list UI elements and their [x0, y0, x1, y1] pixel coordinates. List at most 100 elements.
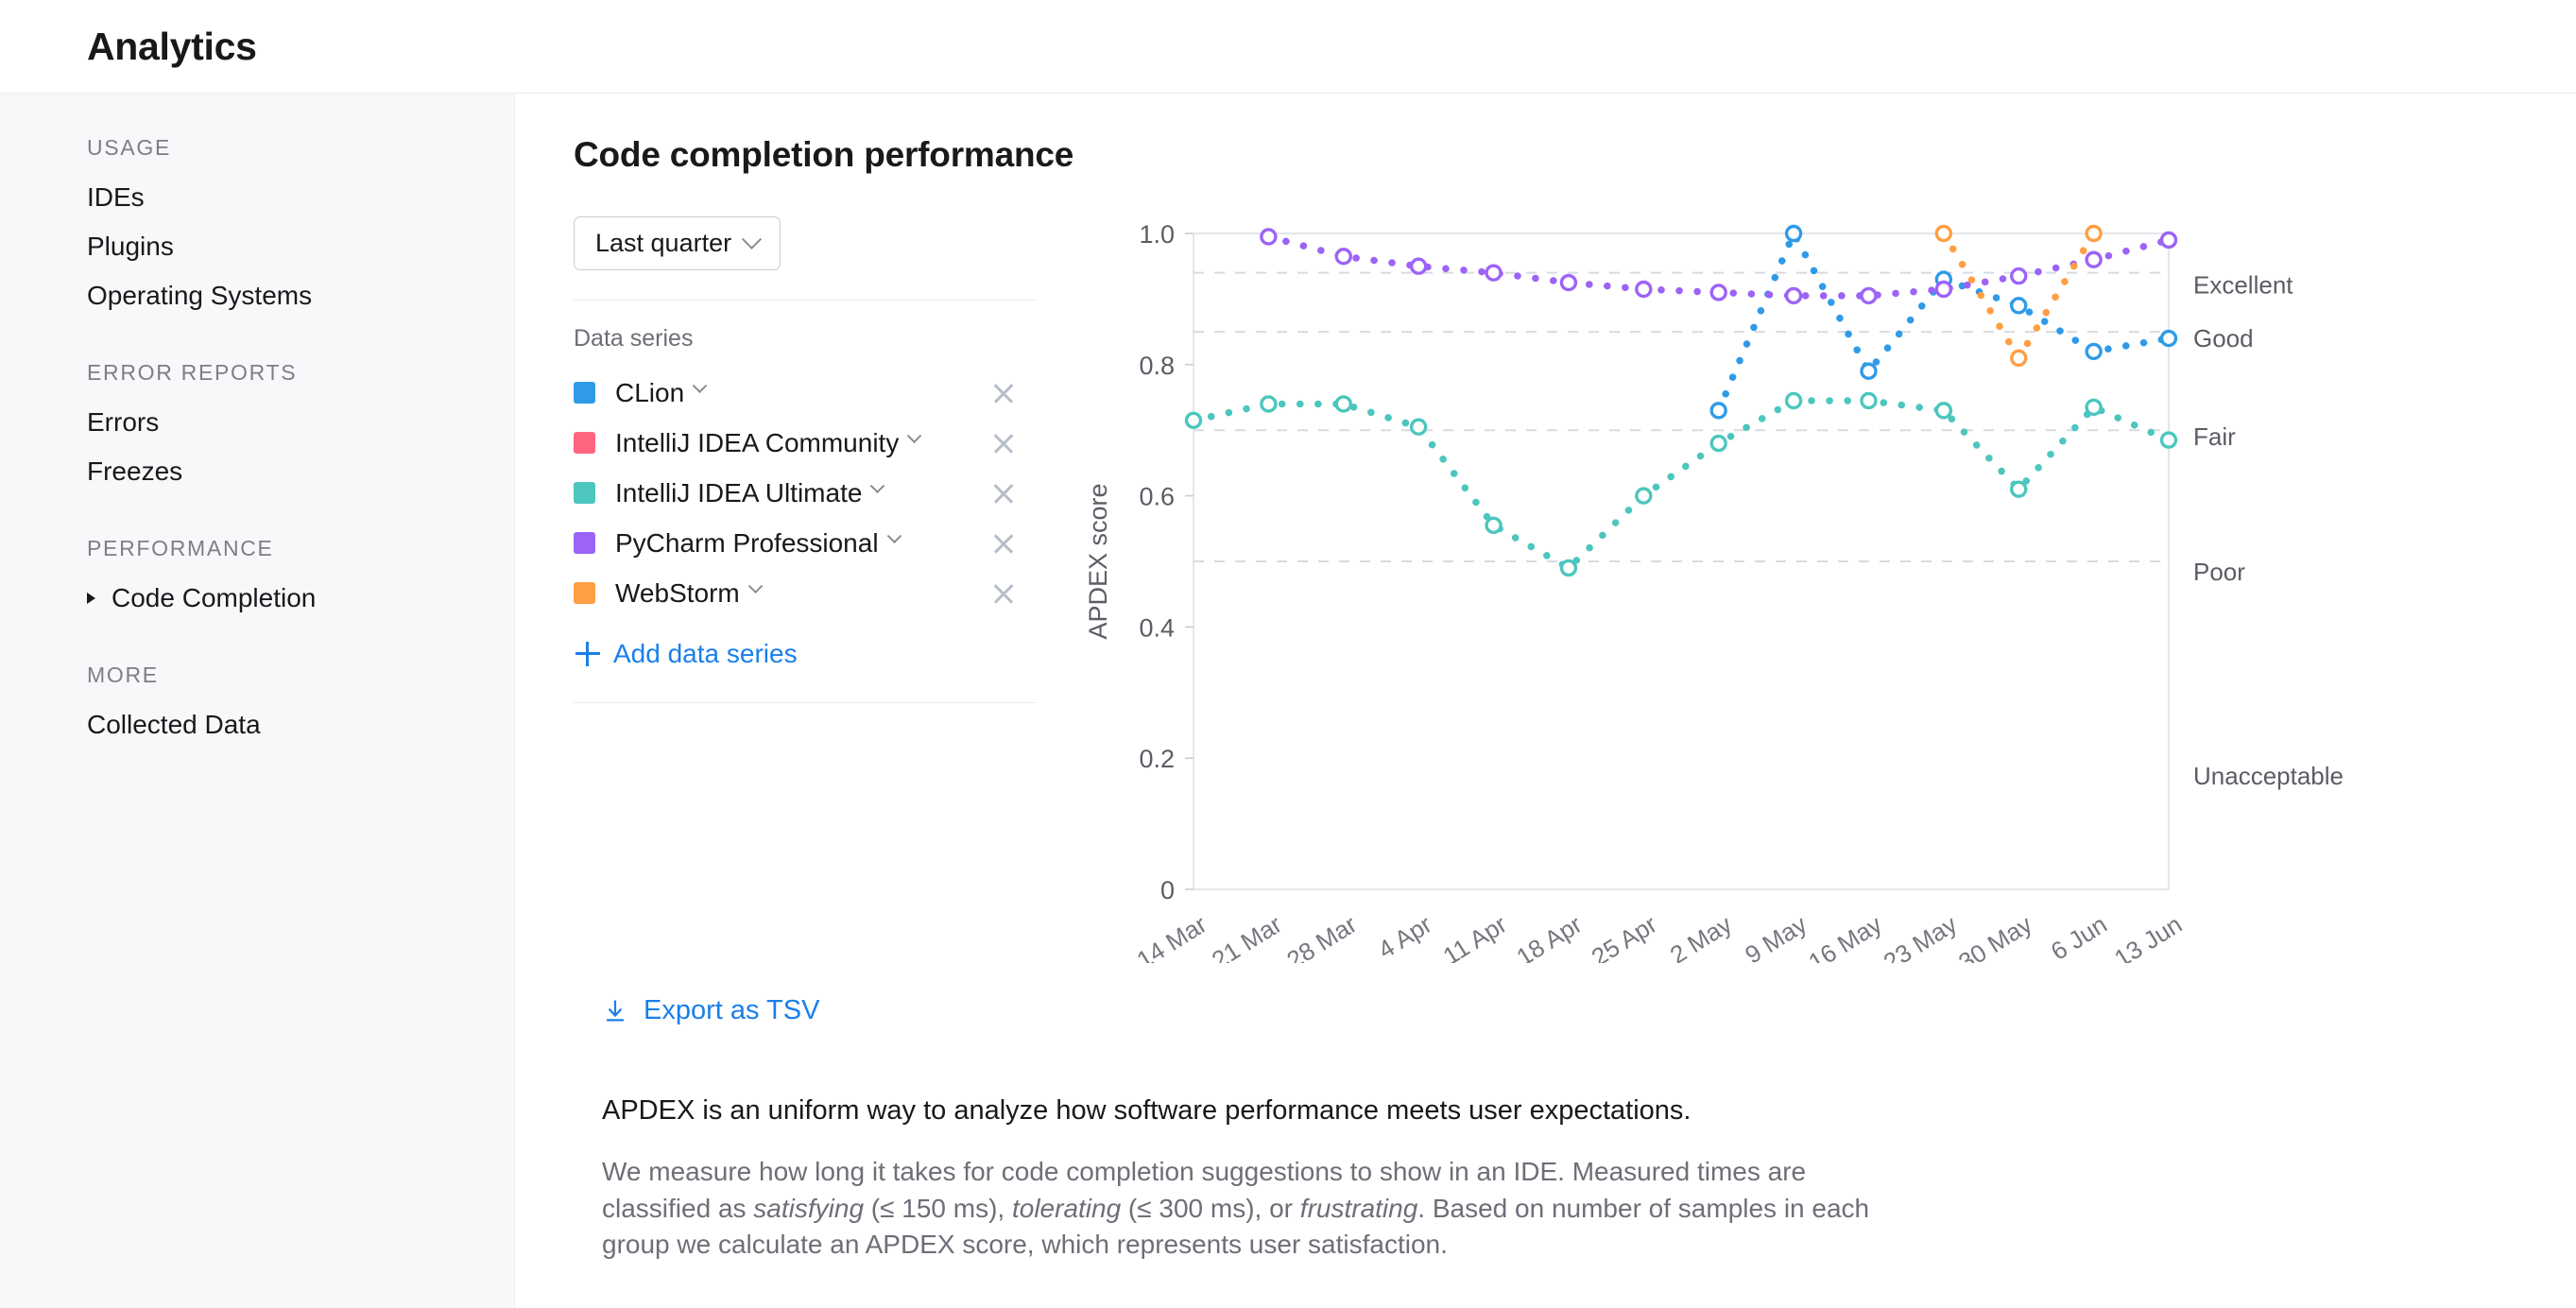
data-series-row: CLion: [574, 368, 1037, 418]
series-point-clion: [1860, 362, 1878, 380]
sidebar-item-code-completion[interactable]: Code Completion: [87, 574, 514, 623]
series-point-webstorm: [2085, 224, 2103, 243]
sidebar-item-label: Freezes: [87, 456, 183, 486]
series-color-swatch: [574, 432, 595, 454]
series-point-clion: [2159, 329, 2178, 348]
series-point-pycharm-professional: [1860, 286, 1878, 305]
controls-divider: [574, 300, 1037, 301]
add-data-series-button[interactable]: Add data series: [575, 639, 1037, 669]
sidebar-item-ides[interactable]: IDEs: [87, 173, 514, 222]
x-tick-label: 23 May: [1879, 910, 1962, 963]
series-point-pycharm-professional: [2085, 250, 2103, 268]
sidebar-item-label: IDEs: [87, 182, 145, 212]
controls-bottom-divider: [574, 702, 1037, 703]
series-point-pycharm-professional: [1260, 228, 1278, 246]
chevron-down-icon[interactable]: [907, 428, 922, 444]
remove-series-close-icon[interactable]: [991, 581, 1016, 606]
add-data-series-label: Add data series: [613, 639, 798, 668]
apdex-line-chart: 00.20.40.60.81.0APDEX score14 Mar21 Mar2…: [1084, 220, 2344, 963]
prose-emphasis-satisfying: satisfying: [753, 1193, 865, 1223]
series-point-clion: [2010, 297, 2028, 315]
y-tick-label: 0.8: [1139, 352, 1175, 380]
chart-controls: Last quarter Data series CLion IntelliJ I…: [574, 216, 1037, 703]
data-series-row: IntelliJ IDEA Community: [574, 418, 1037, 468]
series-point-intellij-idea-ultimate: [1334, 395, 1352, 413]
sidebar-section: PERFORMANCE Code Completion: [87, 536, 514, 623]
export-tsv-button[interactable]: Export as TSV: [602, 995, 2576, 1026]
chevron-down-icon: [741, 229, 763, 250]
x-tick-label: 18 Apr: [1511, 909, 1587, 963]
series-point-intellij-idea-ultimate: [1709, 434, 1727, 453]
series-name-label: PyCharm Professional: [615, 527, 879, 558]
threshold-label-poor: Poor: [2193, 558, 2245, 586]
series-point-pycharm-professional: [1485, 264, 1503, 282]
x-tick-label: 25 Apr: [1587, 909, 1662, 963]
y-axis-title: APDEX score: [1084, 483, 1112, 639]
sidebar-section-title: PERFORMANCE: [87, 536, 274, 560]
sidebar-item-errors[interactable]: Errors: [87, 398, 514, 447]
app-header: Analytics: [0, 0, 2576, 94]
series-point-webstorm: [2010, 349, 2028, 368]
chevron-down-icon[interactable]: [692, 378, 708, 394]
threshold-label-unacceptable: Unacceptable: [2193, 762, 2344, 790]
sidebar-section: MORE Collected Data: [87, 663, 514, 749]
remove-series-close-icon[interactable]: [991, 481, 1016, 506]
x-tick-label: 14 Mar: [1132, 909, 1212, 963]
series-name-label: CLion: [615, 377, 685, 407]
y-tick-label: 0.4: [1139, 613, 1175, 642]
app-title: Analytics: [87, 24, 257, 68]
sidebar-item-label: Plugins: [87, 232, 174, 261]
chevron-down-icon[interactable]: [886, 528, 902, 544]
sidebar-section: ERROR REPORTS Errors Freezes: [87, 360, 514, 496]
sidebar-section-title: USAGE: [87, 135, 172, 160]
sidebar-item-label: Collected Data: [87, 710, 261, 739]
prose-part-3: (≤ 300 ms), or: [1121, 1193, 1300, 1223]
series-point-intellij-idea-ultimate: [1184, 411, 1203, 429]
sidebar-item-operating-systems[interactable]: Operating Systems: [87, 271, 514, 320]
sidebar-item-label: Operating Systems: [87, 281, 313, 310]
series-point-pycharm-professional: [1334, 248, 1352, 266]
series-point-intellij-idea-ultimate: [2159, 431, 2178, 449]
series-point-clion: [1709, 402, 1727, 420]
plus-icon: [575, 642, 600, 666]
series-name-label: IntelliJ IDEA Community: [615, 427, 900, 457]
series-point-intellij-idea-ultimate: [1559, 559, 1578, 577]
series-point-clion: [1784, 224, 1803, 243]
period-select-value: Last quarter: [595, 229, 732, 257]
page-title: Code completion performance: [574, 135, 1074, 174]
x-tick-label: 11 Apr: [1438, 909, 1512, 963]
sidebar-item-collected-data[interactable]: Collected Data: [87, 700, 514, 749]
series-point-intellij-idea-ultimate: [1934, 402, 1953, 420]
series-color-swatch: [574, 382, 595, 404]
series-point-intellij-idea-ultimate: [1485, 516, 1503, 535]
series-point-pycharm-professional: [1709, 284, 1727, 301]
y-tick-label: 0.2: [1139, 745, 1175, 773]
chevron-down-icon[interactable]: [870, 478, 885, 494]
content-row: Last quarter Data series CLion IntelliJ I…: [574, 216, 2576, 963]
series-color-swatch: [574, 582, 595, 604]
caret-right-icon: [87, 593, 95, 604]
threshold-label-excellent: Excellent: [2193, 271, 2293, 300]
sidebar-item-freezes[interactable]: Freezes: [87, 447, 514, 496]
period-select[interactable]: Last quarter: [574, 216, 781, 270]
series-point-intellij-idea-ultimate: [1635, 487, 1653, 505]
sidebar-item-plugins[interactable]: Plugins: [87, 222, 514, 271]
series-line-webstorm: [1940, 230, 2098, 366]
sidebar-item-label: Errors: [87, 407, 160, 437]
x-tick-label: 16 May: [1803, 910, 1886, 963]
remove-series-close-icon[interactable]: [991, 381, 1016, 405]
y-tick-label: 0: [1160, 876, 1175, 904]
apdex-body-text: We measure how long it takes for code co…: [602, 1154, 1915, 1264]
x-tick-label: 9 May: [1740, 910, 1812, 963]
series-point-intellij-idea-ultimate: [1409, 418, 1428, 436]
series-point-intellij-idea-ultimate: [1860, 391, 1878, 410]
series-point-intellij-idea-ultimate: [1784, 391, 1803, 410]
data-series-list: CLion IntelliJ IDEA Community IntelliJ IDE…: [574, 368, 1037, 618]
series-point-intellij-idea-ultimate: [1260, 395, 1278, 413]
sidebar-section-title: MORE: [87, 663, 159, 687]
sidebar: USAGE IDEs Plugins Operating Systems ERROR R…: [0, 94, 515, 1308]
remove-series-close-icon[interactable]: [991, 531, 1016, 556]
remove-series-close-icon[interactable]: [991, 431, 1016, 456]
sidebar-item-label: Code Completion: [112, 583, 317, 612]
chevron-down-icon[interactable]: [747, 578, 764, 594]
